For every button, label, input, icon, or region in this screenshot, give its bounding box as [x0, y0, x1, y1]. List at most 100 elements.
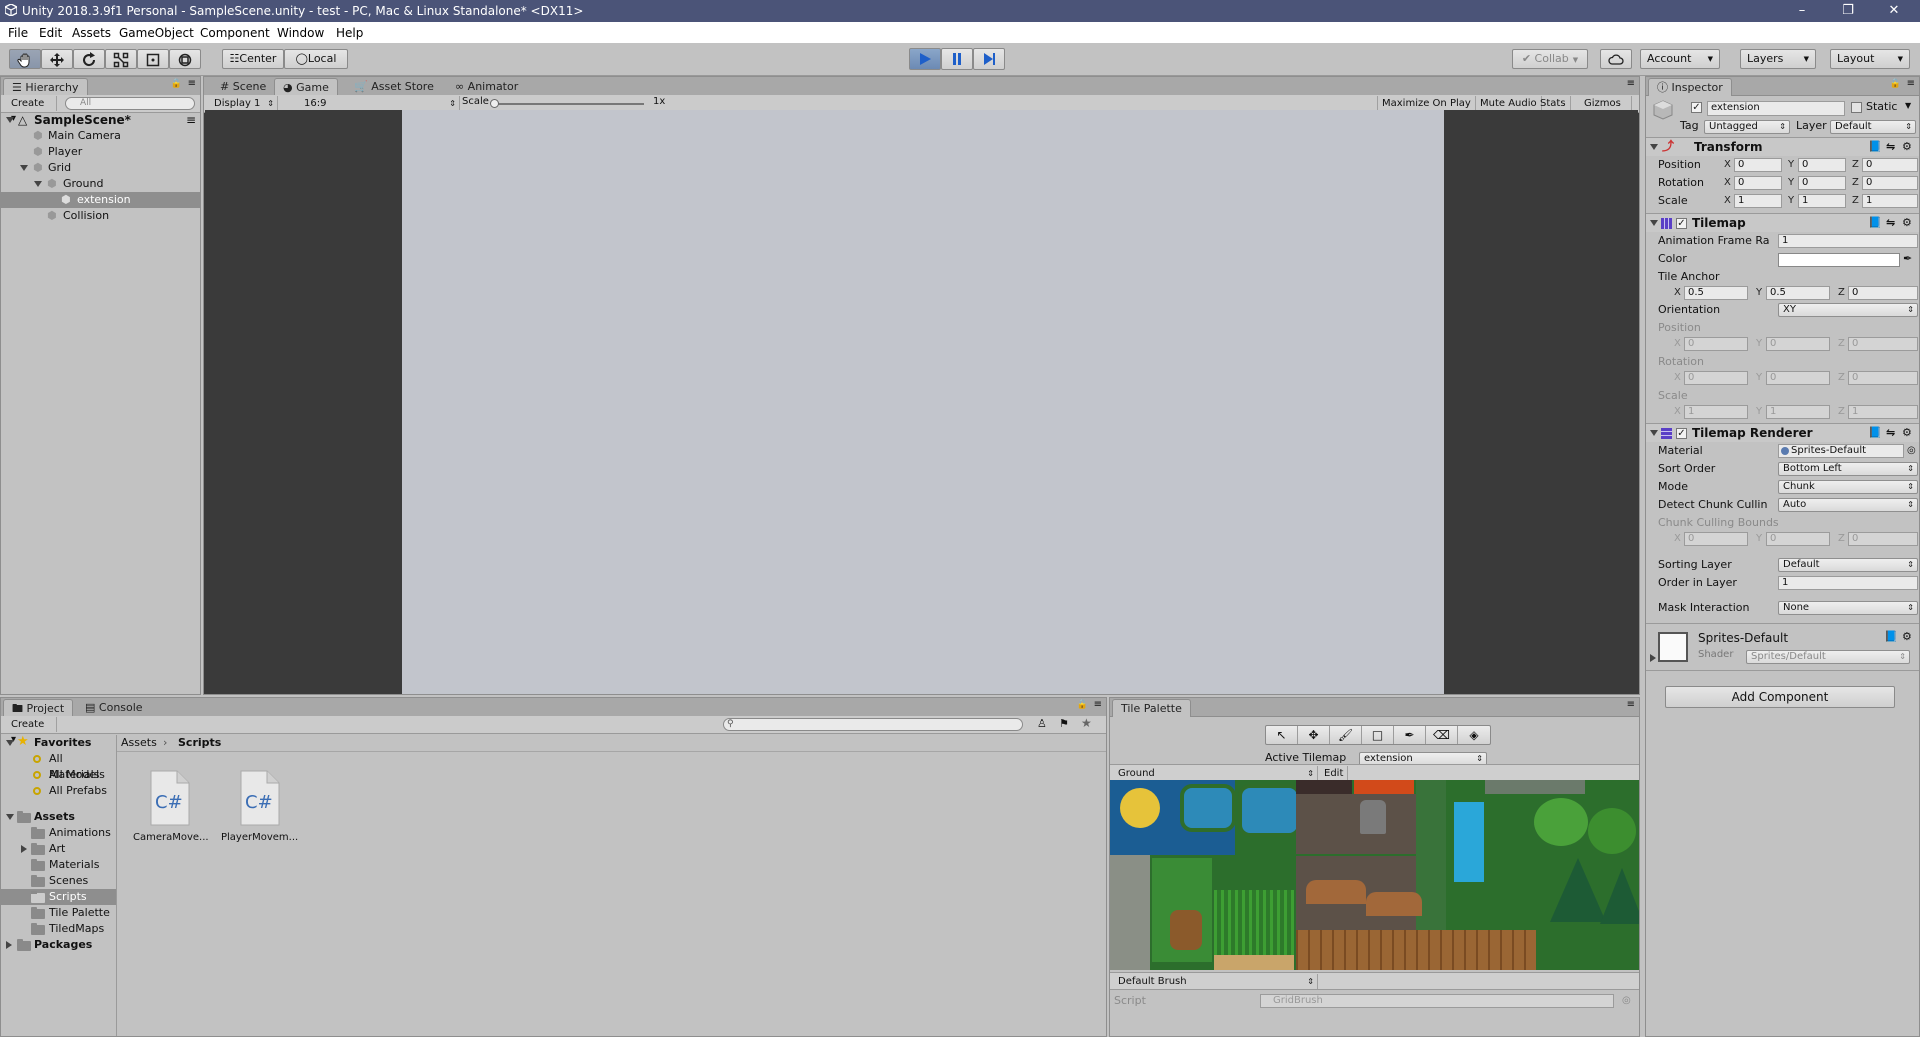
- hierarchy-item[interactable]: ⬢ Player: [1, 144, 200, 160]
- eyedropper-icon[interactable]: ✒: [1903, 250, 1912, 268]
- favorite-item[interactable]: All Models: [1, 767, 116, 783]
- lock-icon[interactable]: 🔒: [171, 79, 182, 89]
- tab-tile-palette[interactable]: Tile Palette: [1112, 699, 1191, 717]
- rotation-z-field[interactable]: 0: [1862, 176, 1918, 190]
- scale-slider-thumb[interactable]: [490, 99, 499, 108]
- filter-type-icon[interactable]: ♙: [1037, 717, 1047, 730]
- paint-tool-button[interactable]: 🖌: [1330, 726, 1362, 744]
- add-component-button[interactable]: Add Component: [1665, 686, 1895, 708]
- palette-dropdown[interactable]: Ground ⇕: [1114, 766, 1318, 781]
- aspect-dropdown[interactable]: 16:9 ⇕: [300, 96, 460, 111]
- hierarchy-item-selected[interactable]: ⬢ extension: [1, 192, 200, 208]
- foldout-arrow-icon[interactable]: [1650, 144, 1658, 150]
- renderer-enabled-checkbox[interactable]: ✓: [1676, 428, 1687, 439]
- help-book-icon[interactable]: 📘: [1868, 214, 1882, 232]
- filter-label-icon[interactable]: ⚑: [1059, 717, 1069, 730]
- gizmos-dropdown[interactable]: Gizmos ▾: [1580, 96, 1632, 124]
- tile-anchor-z-field[interactable]: 0: [1848, 286, 1918, 300]
- mode-dropdown[interactable]: Chunk ⇕: [1778, 480, 1918, 494]
- assets-root-row[interactable]: Assets: [1, 809, 116, 825]
- scale-z-field[interactable]: 1: [1862, 194, 1918, 208]
- expand-arrow-icon[interactable]: [6, 117, 14, 123]
- favorites-row[interactable]: ★ Favorites: [1, 734, 116, 751]
- panel-menu-icon[interactable]: ≡: [1907, 78, 1915, 89]
- menu-assets[interactable]: Assets: [72, 26, 111, 40]
- scale-slider[interactable]: [490, 99, 644, 108]
- stats-toggle[interactable]: Stats: [1536, 96, 1571, 111]
- rotate-tool-button[interactable]: [73, 49, 105, 69]
- tilemap-renderer-header[interactable]: ✓ Tilemap Renderer 📘 ⇋ ⚙: [1646, 423, 1919, 442]
- active-checkbox[interactable]: ✓: [1691, 102, 1702, 113]
- preset-icon[interactable]: ⇋: [1886, 424, 1895, 442]
- tab-scene[interactable]: # Scene: [212, 78, 274, 95]
- menu-help[interactable]: Help: [336, 26, 363, 40]
- object-name-field[interactable]: extension: [1707, 101, 1845, 116]
- tab-console[interactable]: ▤ Console: [77, 699, 151, 716]
- layout-dropdown[interactable]: Layout ▼: [1830, 49, 1910, 69]
- account-dropdown[interactable]: Account ▼: [1640, 49, 1720, 69]
- close-button[interactable]: ✕: [1876, 2, 1912, 20]
- asset-file[interactable]: C# CameraMove...: [133, 770, 211, 850]
- breadcrumb-scripts[interactable]: Scripts: [178, 736, 221, 749]
- mask-interaction-dropdown[interactable]: None ⇕: [1778, 601, 1918, 615]
- edit-palette-button[interactable]: Edit: [1320, 766, 1349, 781]
- scene-root-row[interactable]: △ SampleScene* ≡: [1, 112, 200, 128]
- picker-tool-button[interactable]: ✒: [1394, 726, 1426, 744]
- help-book-icon[interactable]: 📘: [1868, 138, 1882, 156]
- layer-dropdown[interactable]: Default ⇕: [1830, 120, 1916, 134]
- game-viewport[interactable]: [205, 110, 1638, 694]
- cloud-button[interactable]: [1600, 49, 1632, 69]
- scale-x-field[interactable]: 1: [1734, 194, 1782, 208]
- hierarchy-item[interactable]: ⬢ Collision: [1, 208, 200, 224]
- help-book-icon[interactable]: 📘: [1884, 630, 1898, 643]
- play-button[interactable]: [909, 48, 941, 70]
- tab-inspector[interactable]: ⓘ Inspector: [1648, 78, 1732, 96]
- select-tool-button[interactable]: ↖: [1266, 726, 1298, 744]
- menu-gameobject[interactable]: GameObject: [119, 26, 194, 40]
- expand-arrow-icon[interactable]: [6, 941, 12, 949]
- culling-dropdown[interactable]: Auto ⇕: [1778, 498, 1918, 512]
- folder-item[interactable]: Materials: [1, 857, 116, 873]
- expand-arrow-icon[interactable]: [20, 165, 28, 171]
- scale-y-field[interactable]: 1: [1798, 194, 1846, 208]
- scale-tool-button[interactable]: [105, 49, 137, 69]
- project-create-dropdown[interactable]: Create ▾: [7, 717, 57, 745]
- folder-item-selected[interactable]: Scripts: [1, 889, 116, 905]
- rotation-y-field[interactable]: 0: [1798, 176, 1846, 190]
- tab-game[interactable]: ◕ Game: [274, 78, 338, 96]
- asset-file[interactable]: C# PlayerMovem...: [221, 770, 301, 850]
- rotation-x-field[interactable]: 0: [1734, 176, 1782, 190]
- sorting-layer-dropdown[interactable]: Default ⇕: [1778, 558, 1918, 572]
- settings-gear-icon[interactable]: ⚙: [1902, 214, 1912, 232]
- game-render-area[interactable]: [402, 110, 1444, 694]
- fill-tool-button[interactable]: ◈: [1458, 726, 1490, 744]
- menu-window[interactable]: Window: [277, 26, 324, 40]
- settings-gear-icon[interactable]: ⚙: [1902, 630, 1912, 643]
- foldout-arrow-icon[interactable]: [1650, 220, 1658, 226]
- restore-button[interactable]: ❐: [1830, 2, 1866, 20]
- help-book-icon[interactable]: 📘: [1868, 424, 1882, 442]
- transform-header[interactable]: ⤴ Transform 📘 ⇋ ⚙: [1646, 137, 1919, 156]
- sort-order-dropdown[interactable]: Bottom Left ⇕: [1778, 462, 1918, 476]
- move-tile-tool-button[interactable]: ✥: [1298, 726, 1330, 744]
- favorite-star-icon[interactable]: ★: [1081, 716, 1092, 730]
- favorite-item[interactable]: All Prefabs: [1, 783, 116, 799]
- scene-menu-icon[interactable]: ≡: [186, 112, 196, 128]
- panel-menu-icon[interactable]: ≡: [1627, 78, 1635, 89]
- lock-icon[interactable]: 🔒: [1890, 79, 1901, 89]
- shader-dropdown[interactable]: Sprites/Default ⇕: [1746, 650, 1910, 664]
- expand-arrow-icon[interactable]: [6, 740, 14, 746]
- box-fill-tool-button[interactable]: □: [1362, 726, 1394, 744]
- move-tool-button[interactable]: [41, 49, 73, 69]
- color-swatch[interactable]: [1778, 253, 1900, 267]
- expand-arrow-icon[interactable]: [21, 845, 27, 853]
- folder-item[interactable]: Tile Palette: [1, 905, 116, 921]
- menu-edit[interactable]: Edit: [39, 26, 62, 40]
- object-picker-icon[interactable]: ◎: [1907, 442, 1916, 460]
- hierarchy-search-input[interactable]: All: [65, 97, 195, 110]
- hierarchy-create-dropdown[interactable]: Create ▾: [7, 96, 57, 124]
- settings-gear-icon[interactable]: ⚙: [1902, 138, 1912, 156]
- position-x-field[interactable]: 0: [1734, 158, 1782, 172]
- tab-project[interactable]: 🖿 Project: [3, 699, 74, 717]
- static-dropdown-icon[interactable]: ▼: [1905, 101, 1911, 110]
